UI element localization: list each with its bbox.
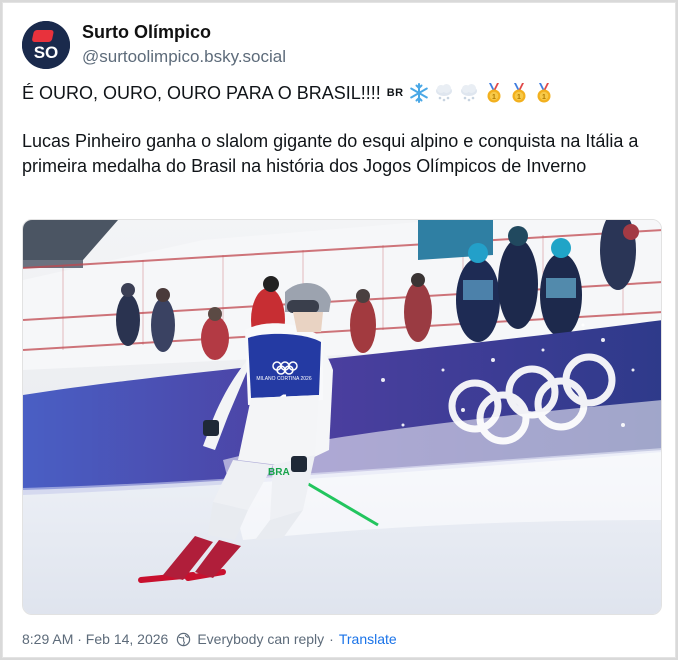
globe-icon (177, 632, 191, 646)
translate-link[interactable]: Translate (339, 631, 397, 647)
snow-cloud-emoji-icon (435, 84, 452, 102)
gold-medal-emoji-icon: 1 (537, 83, 551, 103)
post-body: Lucas Pinheiro ganha o slalom gigante do… (22, 131, 639, 176)
gold-medal-emoji-icon: 1 (487, 83, 501, 103)
emoji-row: 1 1 1 (408, 82, 555, 104)
author-display-name[interactable]: Surto Olímpico (82, 21, 286, 43)
bib-event: MILANO CORTINA 2026 (256, 376, 311, 382)
author-handle[interactable]: @surtoolimpico.bsky.social (82, 45, 286, 69)
so-logo-icon: SO (22, 21, 70, 69)
post-timestamp[interactable]: 8:29 AM · Feb 14, 2026 (22, 631, 168, 647)
brazil-flag-icon: BR (386, 87, 404, 99)
svg-text:1: 1 (517, 94, 521, 101)
headline-text: É OURO, OURO, OURO PARA O BRASIL!!!! (22, 83, 381, 103)
post-header: SO Surto Olímpico @surtoolimpico.bsky.so… (22, 19, 286, 71)
avatar-text: SO (34, 43, 59, 62)
post-card[interactable]: SO Surto Olímpico @surtoolimpico.bsky.so… (2, 2, 676, 658)
post-image[interactable]: 1 MILANO CORTINA 2026 BRA (22, 219, 662, 615)
post-headline: É OURO, OURO, OURO PARA O BRASIL!!!! BR (22, 79, 662, 107)
svg-text:1: 1 (542, 94, 546, 101)
snow-cloud-emoji-icon (460, 84, 477, 102)
post-text: É OURO, OURO, OURO PARA O BRASIL!!!! BR (22, 79, 662, 179)
footer-separator: · (329, 631, 334, 647)
suit-text: BRA (268, 467, 290, 478)
post-footer: 8:29 AM · Feb 14, 2026 Everybody can rep… (22, 631, 397, 647)
gold-medal-emoji-icon: 1 (512, 83, 526, 103)
avatar[interactable]: SO (22, 21, 70, 69)
skier-photo: 1 MILANO CORTINA 2026 BRA (23, 220, 661, 614)
reply-setting[interactable]: Everybody can reply (197, 631, 324, 647)
svg-text:1: 1 (492, 94, 496, 101)
snowflake-emoji-icon (409, 83, 428, 103)
